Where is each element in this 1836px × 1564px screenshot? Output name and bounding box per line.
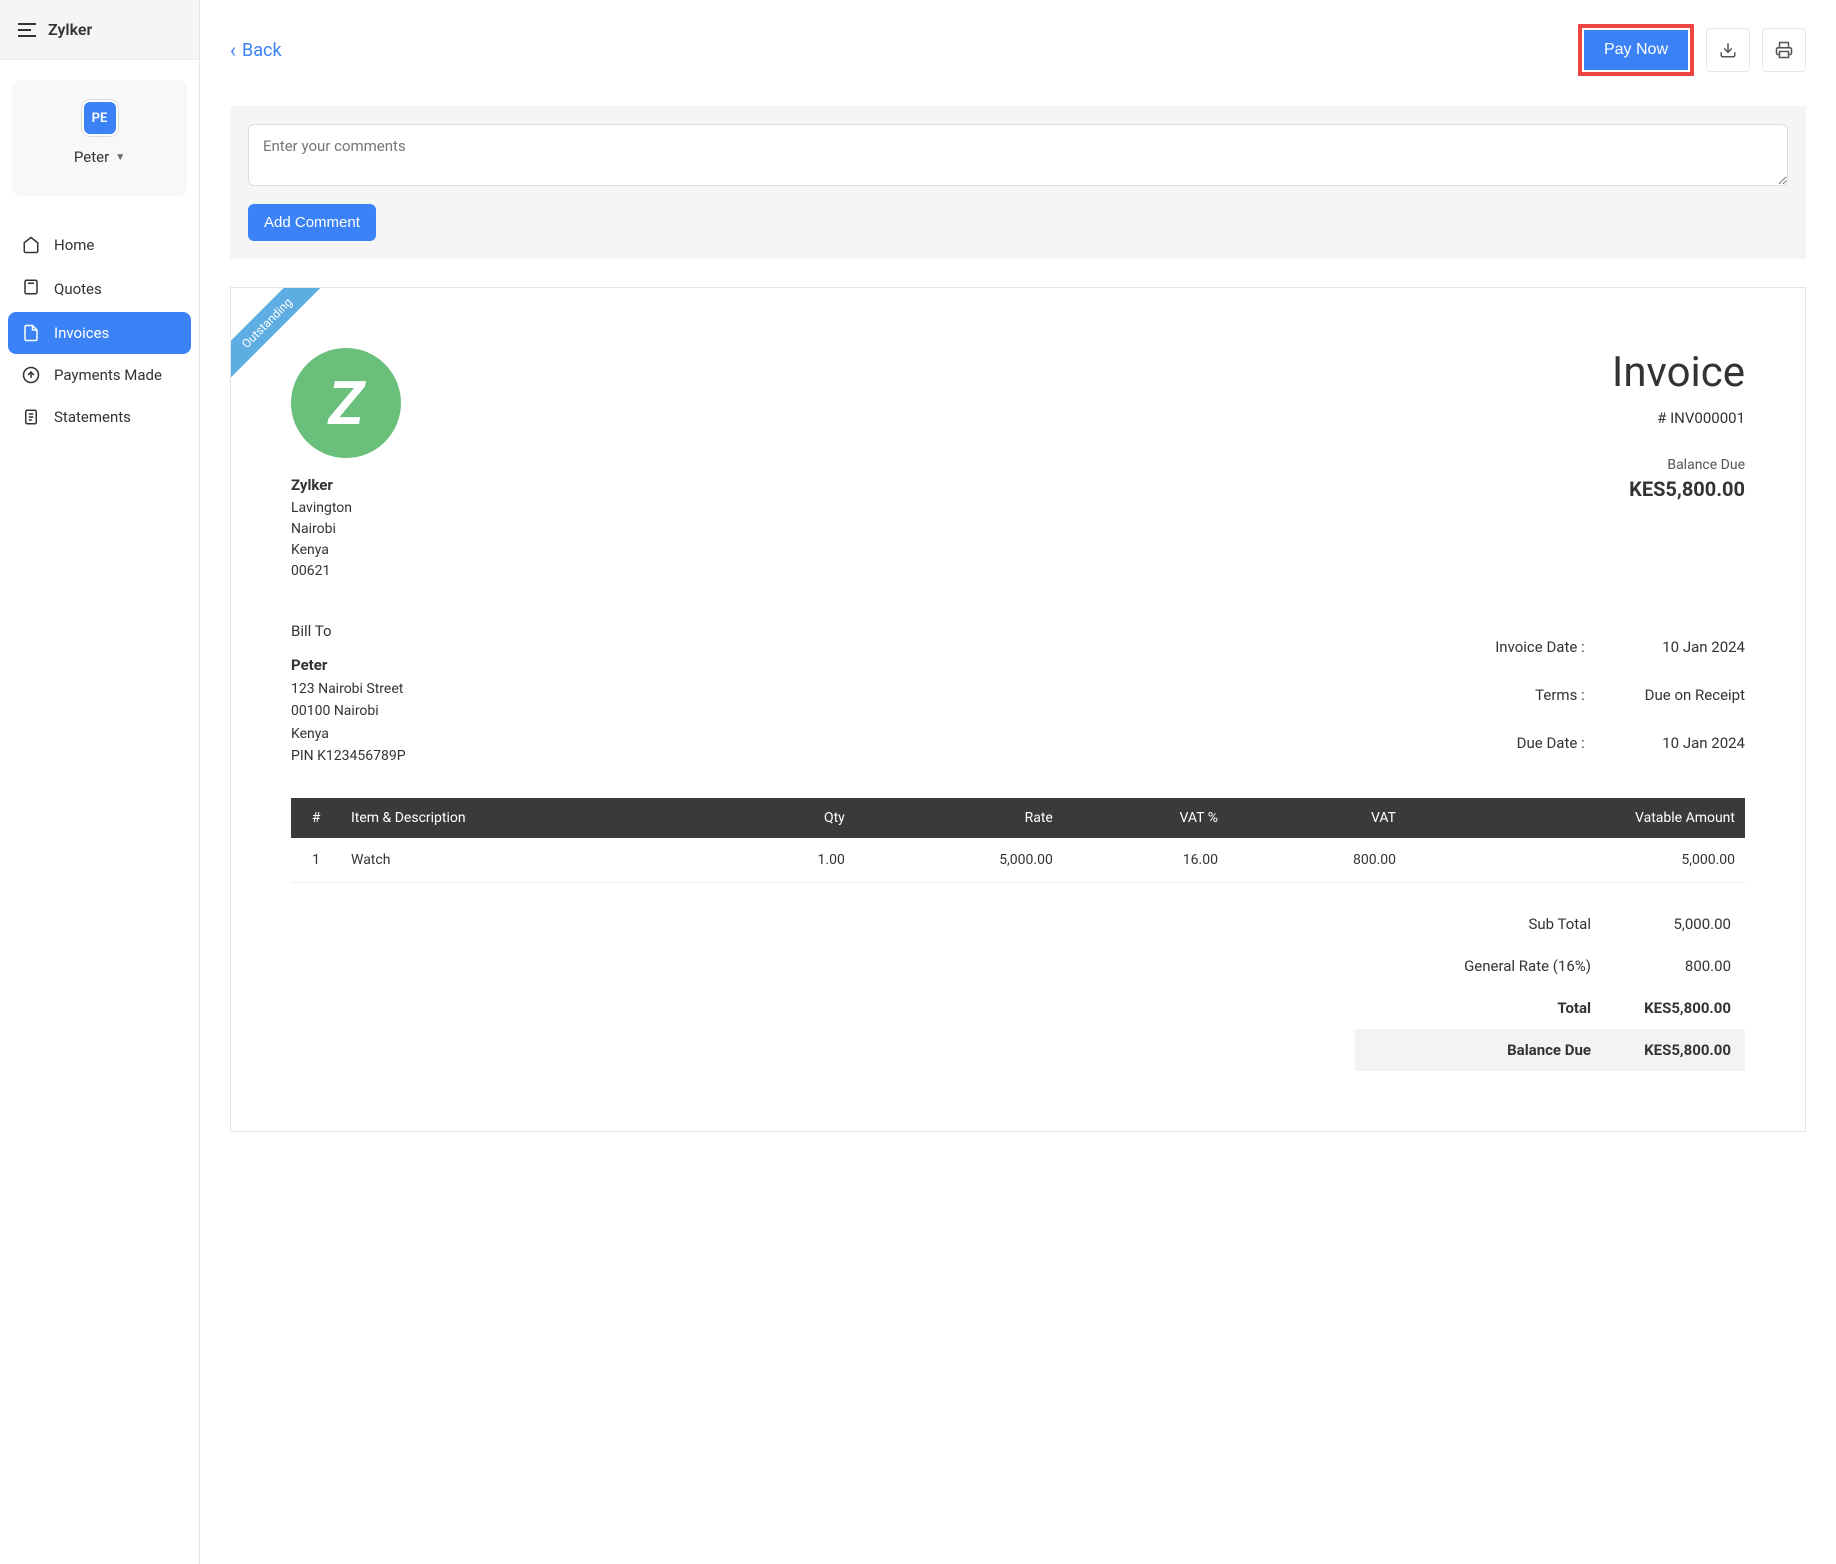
table-header-row: # Item & Description Qty Rate VAT % VAT … [291, 798, 1745, 838]
balance-due-row: Balance Due KES5,800.00 [1355, 1029, 1745, 1071]
home-icon [22, 236, 40, 254]
invoice-title-block: Invoice # INV000001 Balance Due KES5,800… [1612, 348, 1745, 501]
company-address: Lavington Nairobi Kenya 00621 [291, 498, 401, 582]
bill-to-label: Bill To [291, 622, 406, 640]
rate-row: General Rate (16%) 800.00 [1355, 945, 1745, 987]
avatar: PE [82, 100, 118, 136]
th-item: Item & Description [341, 798, 721, 838]
print-button[interactable] [1762, 28, 1806, 72]
invoice-meta: Invoice Date : 10 Jan 2024 Terms : Due o… [1495, 638, 1745, 768]
invoice-date-value: 10 Jan 2024 [1645, 638, 1745, 672]
th-vat: VAT [1228, 798, 1406, 838]
sidebar-item-quotes[interactable]: Quotes [8, 266, 191, 312]
print-icon [1775, 41, 1793, 59]
action-bar: Pay Now [1578, 24, 1806, 76]
sidebar-item-statements[interactable]: Statements [8, 396, 191, 438]
terms-value: Due on Receipt [1645, 686, 1745, 720]
total-value: KES5,800.00 [1591, 999, 1731, 1017]
user-card: PE Peter ▼ [12, 80, 187, 196]
totals-block: Sub Total 5,000.00 General Rate (16%) 80… [1355, 903, 1745, 1071]
download-icon [1719, 41, 1737, 59]
company-name: Zylker [291, 476, 401, 494]
file-icon [22, 324, 40, 342]
invoice-card: Outstanding Z Zylker Lavington Nairobi K… [230, 287, 1806, 1132]
comments-textarea[interactable] [248, 124, 1788, 186]
sidebar-item-label: Statements [54, 408, 131, 426]
invoice-header: Z Zylker Lavington Nairobi Kenya 00621 I… [291, 348, 1745, 582]
document-icon [22, 408, 40, 426]
bill-to-block: Bill To Peter 123 Nairobi Street 00100 N… [291, 622, 406, 768]
pay-now-button[interactable]: Pay Now [1584, 30, 1688, 70]
username-dropdown[interactable]: Peter ▼ [74, 148, 125, 166]
status-ribbon: Outstanding [231, 288, 331, 388]
rate-label: General Rate (16%) [1369, 957, 1591, 975]
balance-due-label: Balance Due [1369, 1041, 1591, 1059]
total-row: Total KES5,800.00 [1355, 987, 1745, 1029]
bill-to-address: 123 Nairobi Street 00100 Nairobi Kenya P… [291, 678, 406, 768]
hamburger-icon[interactable] [18, 23, 36, 37]
rate-value: 800.00 [1591, 957, 1731, 975]
add-comment-button[interactable]: Add Comment [248, 204, 376, 241]
back-label: Back [242, 40, 282, 61]
sidebar-item-label: Payments Made [54, 366, 162, 384]
th-rate: Rate [855, 798, 1063, 838]
sidebar-item-payments[interactable]: Payments Made [8, 354, 191, 396]
balance-due-label: Balance Due [1612, 457, 1745, 473]
subtotal-label: Sub Total [1369, 915, 1591, 933]
invoice-title: Invoice [1612, 348, 1745, 397]
bill-section: Bill To Peter 123 Nairobi Street 00100 N… [291, 622, 1745, 768]
brand-name: Zylker [48, 20, 92, 39]
sidebar-item-label: Invoices [54, 324, 109, 342]
calculator-icon [22, 278, 40, 300]
invoice-date-label: Invoice Date : [1495, 638, 1584, 672]
back-button[interactable]: ‹ Back [230, 38, 282, 62]
username-label: Peter [74, 148, 109, 166]
invoice-number: # INV000001 [1612, 409, 1745, 427]
comments-section: Add Comment [230, 106, 1806, 259]
topbar: ‹ Back Pay Now [230, 24, 1806, 76]
sidebar-item-home[interactable]: Home [8, 224, 191, 266]
terms-label: Terms : [1495, 686, 1584, 720]
chevron-left-icon: ‹ [230, 38, 236, 62]
sidebar: Zylker PE Peter ▼ Home Quotes [0, 0, 200, 1564]
pay-now-highlight: Pay Now [1578, 24, 1694, 76]
caret-down-icon: ▼ [115, 152, 125, 163]
bill-to-name: Peter [291, 656, 406, 674]
due-date-value: 10 Jan 2024 [1645, 734, 1745, 768]
subtotal-row: Sub Total 5,000.00 [1355, 903, 1745, 945]
balance-due-amount: KES5,800.00 [1612, 477, 1745, 501]
main-content: ‹ Back Pay Now Add Comment Outstand [200, 0, 1836, 1564]
due-date-label: Due Date : [1495, 734, 1584, 768]
ribbon-text: Outstanding [231, 288, 326, 382]
th-vat-pct: VAT % [1063, 798, 1228, 838]
table-row: 1 Watch 1.00 5,000.00 16.00 800.00 5,000… [291, 838, 1745, 883]
nav: Home Quotes Invoices Payments Made [0, 216, 199, 446]
upload-icon [22, 366, 40, 384]
total-label: Total [1369, 999, 1591, 1017]
th-num: # [291, 798, 341, 838]
sidebar-item-invoices[interactable]: Invoices [8, 312, 191, 354]
balance-due-value: KES5,800.00 [1591, 1041, 1731, 1059]
th-vatable: Vatable Amount [1406, 798, 1745, 838]
download-button[interactable] [1706, 28, 1750, 72]
sidebar-header: Zylker [0, 0, 199, 60]
th-qty: Qty [721, 798, 855, 838]
sidebar-item-label: Quotes [54, 280, 102, 298]
subtotal-value: 5,000.00 [1591, 915, 1731, 933]
sidebar-item-label: Home [54, 236, 94, 254]
items-table: # Item & Description Qty Rate VAT % VAT … [291, 798, 1745, 883]
logo-letter: Z [328, 368, 363, 439]
